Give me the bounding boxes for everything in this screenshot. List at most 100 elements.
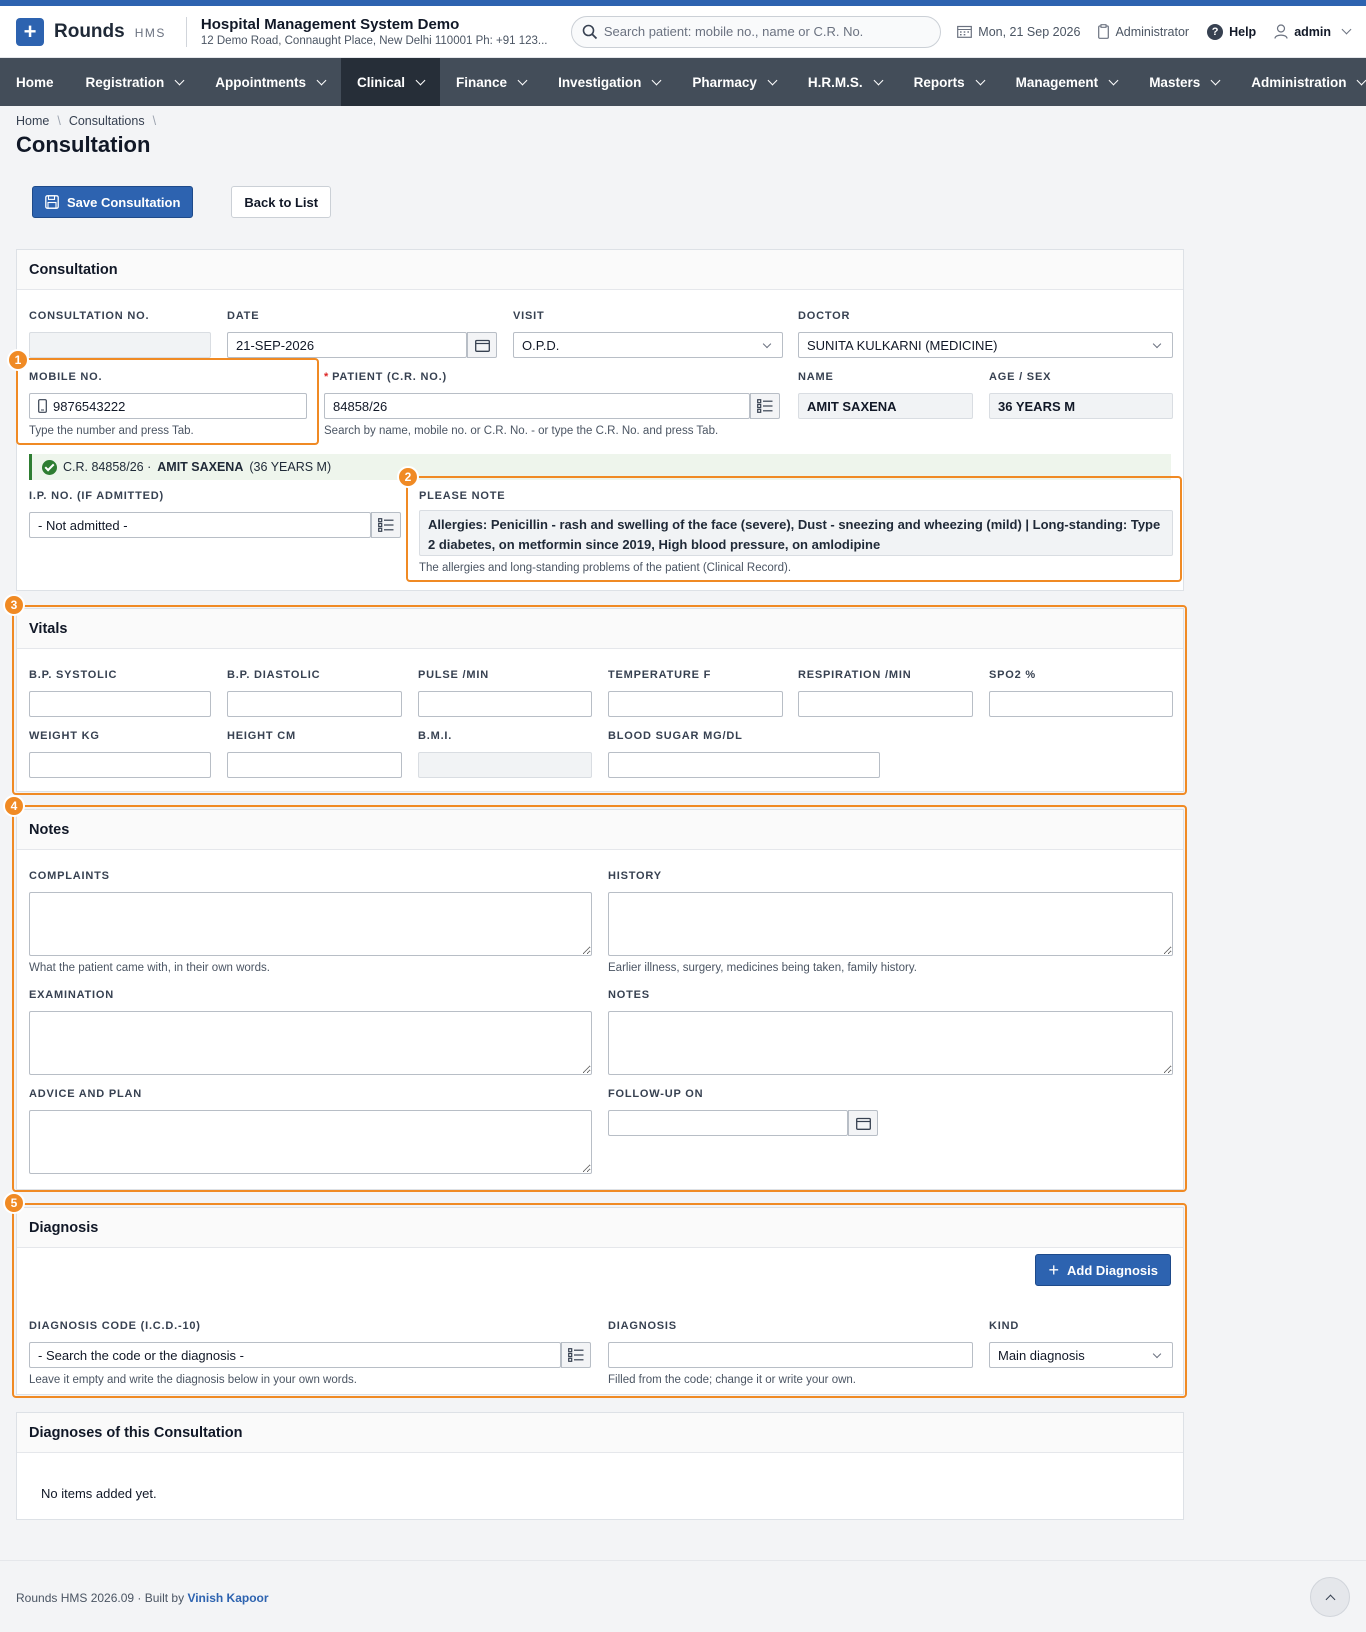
nav-label: Registration [85,74,165,90]
nav-clinical[interactable]: Clinical [341,58,441,106]
advice-textarea[interactable] [29,1110,592,1174]
action-bar: Save Consultation Back to List [32,186,1366,218]
highlight-badge-5: 5 [3,1192,25,1214]
calendar-icon [855,1117,871,1130]
chevron-down-icon [1152,1349,1162,1359]
patient-label-text: Patient (C.R. No.) [332,371,447,383]
header-role-text: Administrator [1115,24,1190,39]
nav-label: Reports [913,74,965,90]
patient-search-input[interactable] [603,24,924,39]
history-textarea[interactable] [608,892,1173,956]
patient-cr-field[interactable]: 84858/26 [324,393,750,419]
bp-diastolic-label: B.P. Diastolic [227,669,321,681]
consultation-card: Consultation Consultation No. Date Visit… [16,249,1184,591]
vitals-card-title: Vitals [17,609,1183,649]
spo2-input[interactable] [989,691,1173,717]
temperature-input[interactable] [608,691,783,717]
add-diagnosis-button[interactable]: + Add Diagnosis [1035,1254,1171,1286]
visit-select[interactable]: O.P.D. [513,332,783,358]
notes-textarea[interactable] [608,1011,1173,1075]
nav-registration[interactable]: Registration [70,58,200,106]
scroll-to-top-button[interactable] [1310,1577,1350,1617]
patient-search[interactable] [570,15,941,48]
plus-icon: + [1048,1260,1059,1280]
list-icon [568,1348,584,1362]
chevron-down-icon [762,339,772,349]
nav-hrms[interactable]: H.R.M.S. [792,58,898,106]
visit-label: Visit [513,310,545,322]
diagnoses-empty-text: No items added yet. [41,1486,157,1501]
diagnoses-list-title: Diagnoses of this Consultation [17,1413,1183,1453]
height-input[interactable] [227,752,402,778]
nav-finance[interactable]: Finance [440,58,542,106]
history-help: Earlier illness, surgery, medicines bein… [608,962,917,974]
doctor-value: SUNITA KULKARNI (MEDICINE) [807,337,998,353]
diagnosis-code-lookup-button[interactable] [561,1342,591,1368]
footer-text: Rounds HMS 2026.09 · Built by Vinish Kap… [16,1591,269,1605]
ip-lookup-button[interactable] [371,512,401,538]
examination-textarea[interactable] [29,1011,592,1075]
diagnosis-text-input[interactable] [608,1342,973,1368]
help-link[interactable]: ? Help [1207,23,1256,40]
respiration-input[interactable] [798,691,973,717]
ip-no-field[interactable]: - Not admitted - [29,512,371,538]
nav-management[interactable]: Management [1000,58,1134,106]
header-role[interactable]: Administrator [1098,24,1189,39]
complaints-help: What the patient came with, in their own… [29,962,270,974]
date-field[interactable]: 21-SEP-2026 [227,332,467,358]
kind-label: Kind [989,1320,1020,1332]
mobile-help: Type the number and press Tab. [29,425,194,437]
nav-label: Masters [1149,74,1201,90]
nav-administration[interactable]: Administration [1235,58,1366,106]
respiration-label: Respiration /min [798,669,912,681]
nav-label: Administration [1251,74,1347,90]
logo-plus-icon[interactable]: + [16,17,44,46]
breadcrumb-consultations[interactable]: Consultations [69,114,145,128]
nav-appointments[interactable]: Appointments [199,58,341,106]
bp-diastolic-input[interactable] [227,691,402,717]
blood-sugar-input[interactable] [608,752,880,778]
nav-masters[interactable]: Masters [1133,58,1235,106]
nav-investigation[interactable]: Investigation [542,58,676,106]
bp-systolic-input[interactable] [29,691,211,717]
vitals-card: Vitals B.P. Systolic B.P. Diastolic Puls… [16,608,1184,792]
header-divider [185,16,187,47]
back-to-list-button[interactable]: Back to List [231,186,332,218]
kind-select[interactable]: Main diagnosis [989,1342,1173,1368]
please-note-label: Please Note [419,490,506,502]
follow-up-date-picker-button[interactable] [848,1110,878,1136]
mobile-field[interactable]: 9876543222 [29,393,307,419]
chevron-down-icon [1152,339,1162,349]
header-date: Mon, 21 Sep 2026 [957,25,1080,39]
found-cr: C.R. 84858/26 · [63,460,152,474]
history-label: History [608,870,662,882]
complaints-textarea[interactable] [29,892,592,956]
nav-pharmacy[interactable]: Pharmacy [676,58,792,106]
follow-up-date-input[interactable] [608,1110,848,1136]
nav-reports[interactable]: Reports [898,58,1000,106]
nav-home[interactable]: Home [0,58,70,106]
pulse-input[interactable] [418,691,592,717]
user-icon [1274,24,1288,39]
patient-lookup-button[interactable] [750,393,780,419]
doctor-select[interactable]: SUNITA KULKARNI (MEDICINE) [798,332,1173,358]
footer-author-link[interactable]: Vinish Kapoor [187,1591,268,1605]
highlight-badge-2: 2 [397,466,419,488]
please-note-box: Allergies: Penicillin - rash and swellin… [419,510,1173,556]
patient-found-strip: C.R. 84858/26 · AMIT SAXENA (36 YEARS M) [29,454,1171,480]
user-menu[interactable]: admin [1274,24,1352,39]
weight-input[interactable] [29,752,211,778]
ip-no-label: I.P. No. (if admitted) [29,490,164,502]
calendar-icon [474,339,490,352]
save-consultation-button[interactable]: Save Consultation [32,186,194,218]
user-name: admin [1294,24,1331,39]
patient-help: Search by name, mobile no. or C.R. No. -… [324,425,719,437]
date-picker-button[interactable] [467,332,497,358]
chevron-down-icon [1341,24,1352,35]
diagnosis-code-field[interactable]: - Search the code or the diagnosis - [29,1342,561,1368]
brand-name[interactable]: Rounds [54,21,125,43]
chevron-down-icon [1108,75,1119,85]
breadcrumb-home[interactable]: Home [16,114,49,128]
diagnosis-label: Diagnosis [608,1320,677,1332]
patient-name-field: AMIT SAXENA [798,393,973,419]
